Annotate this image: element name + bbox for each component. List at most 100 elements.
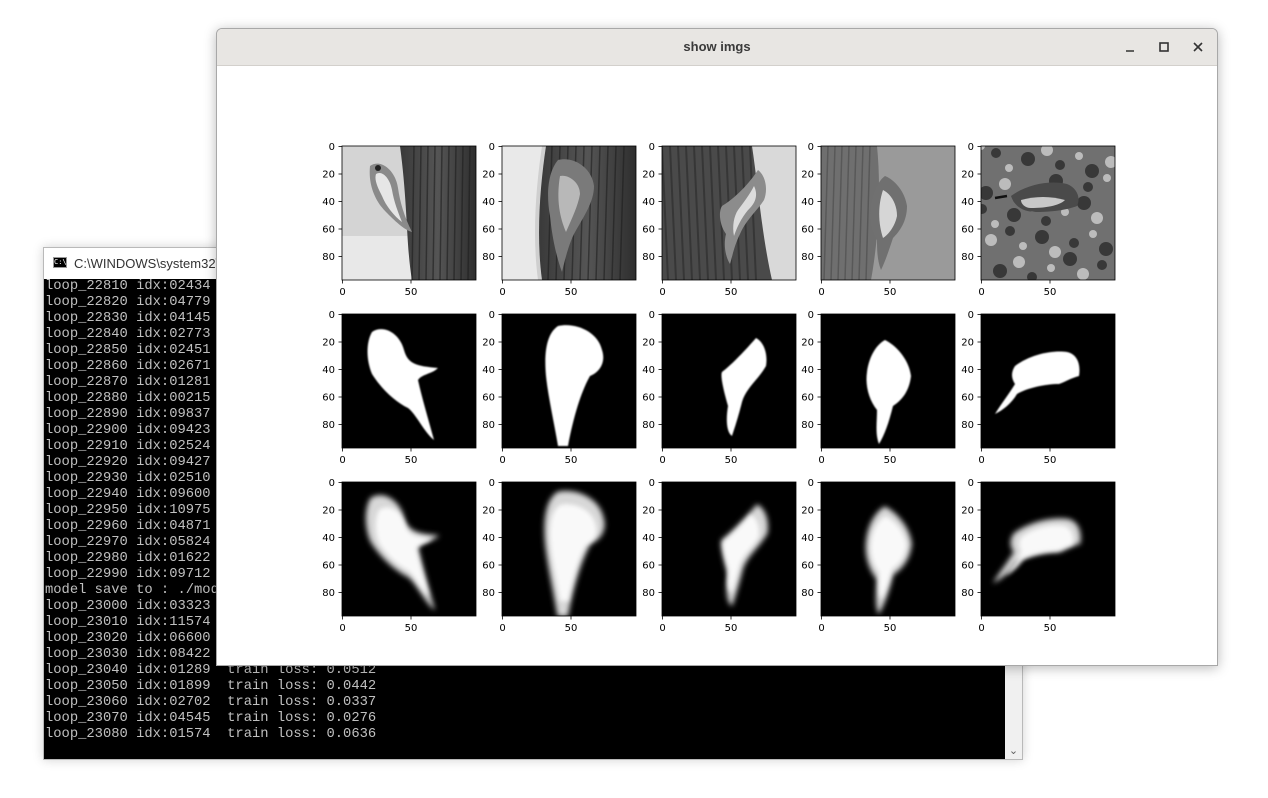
subplot-axes: 0 20 40 60 80 0 50 <box>322 310 477 466</box>
y-tick-label: 60 <box>482 561 495 572</box>
y-tick-label: 60 <box>961 225 974 236</box>
x-tick-label: 50 <box>884 287 897 298</box>
y-tick-label: 40 <box>482 365 495 376</box>
subplot-axes: 0 20 40 60 80 0 50 <box>961 310 1116 466</box>
subplot-axes: 0 20 40 60 80 0 50 <box>961 142 1116 298</box>
maximize-icon[interactable] <box>1154 37 1174 57</box>
y-tick-label: 60 <box>801 561 814 572</box>
x-tick-label: 0 <box>978 455 984 466</box>
y-tick-label: 40 <box>482 533 495 544</box>
y-tick-label: 20 <box>322 506 335 517</box>
y-tick-label: 0 <box>968 478 974 489</box>
x-tick-label: 0 <box>499 623 505 634</box>
y-tick-label: 80 <box>482 420 495 431</box>
subplot-axes: 0 20 40 60 80 0 50 <box>482 478 637 634</box>
y-tick-label: 80 <box>642 588 655 599</box>
figure-canvas: 0 20 40 60 80 0 50 0 20 40 60 80 0 50 0 20 40 60 80 0 50 0 20 4… <box>322 142 1116 634</box>
y-tick-label: 20 <box>961 338 974 349</box>
y-tick-label: 80 <box>642 252 655 263</box>
y-tick-label: 80 <box>642 420 655 431</box>
y-tick-label: 20 <box>961 506 974 517</box>
y-tick-label: 40 <box>961 533 974 544</box>
y-tick-label: 40 <box>642 365 655 376</box>
x-tick-label: 0 <box>659 455 665 466</box>
x-tick-label: 50 <box>405 455 418 466</box>
x-tick-label: 50 <box>884 623 897 634</box>
y-tick-label: 60 <box>801 225 814 236</box>
y-tick-label: 0 <box>649 310 655 321</box>
y-tick-label: 60 <box>642 393 655 404</box>
subplot-axes: 0 20 40 60 80 0 50 <box>642 142 797 298</box>
y-tick-label: 80 <box>482 252 495 263</box>
y-tick-label: 80 <box>322 420 335 431</box>
log-line: loop_23060 idx:02702 train loss: 0.0337 <box>45 695 377 710</box>
x-tick-label: 0 <box>818 287 824 298</box>
subplot-axes: 0 20 40 60 80 0 50 <box>322 478 477 634</box>
close-icon[interactable] <box>1188 37 1208 57</box>
log-line: loop_23080 idx:01574 train loss: 0.0636 <box>45 727 377 742</box>
y-tick-label: 20 <box>482 506 495 517</box>
y-tick-label: 60 <box>801 393 814 404</box>
x-tick-label: 0 <box>659 287 665 298</box>
x-tick-label: 50 <box>725 623 738 634</box>
y-tick-label: 40 <box>642 533 655 544</box>
figure-window[interactable]: show imgs 0 20 40 60 80 0 50 0 20 40 60 80 0 50 0 20 40 6… <box>216 28 1218 666</box>
subplot-axes: 0 20 40 60 80 0 50 <box>482 310 637 466</box>
x-tick-label: 0 <box>339 623 345 634</box>
y-tick-label: 20 <box>801 170 814 181</box>
y-tick-label: 0 <box>489 478 495 489</box>
y-tick-label: 40 <box>642 197 655 208</box>
y-tick-label: 0 <box>968 142 974 153</box>
x-tick-label: 50 <box>725 455 738 466</box>
figure-titlebar[interactable]: show imgs <box>217 29 1217 66</box>
log-line: loop_23050 idx:01899 train loss: 0.0442 <box>45 679 377 694</box>
y-tick-label: 60 <box>322 561 335 572</box>
subplot-axes: 0 20 40 60 80 0 50 <box>961 478 1116 634</box>
y-tick-label: 80 <box>801 588 814 599</box>
y-tick-label: 40 <box>961 197 974 208</box>
subplot-axes: 0 20 40 60 80 0 50 <box>642 310 797 466</box>
y-tick-label: 0 <box>649 142 655 153</box>
y-tick-label: 20 <box>642 506 655 517</box>
x-tick-label: 0 <box>499 455 505 466</box>
y-tick-label: 80 <box>961 588 974 599</box>
y-tick-label: 60 <box>322 393 335 404</box>
y-tick-label: 20 <box>801 338 814 349</box>
y-tick-label: 40 <box>322 197 335 208</box>
y-tick-label: 60 <box>482 393 495 404</box>
y-tick-label: 80 <box>961 252 974 263</box>
x-tick-label: 0 <box>818 623 824 634</box>
y-tick-label: 80 <box>482 588 495 599</box>
minimize-icon[interactable] <box>1120 37 1140 57</box>
y-tick-label: 20 <box>801 506 814 517</box>
y-tick-label: 80 <box>801 420 814 431</box>
y-tick-label: 20 <box>642 170 655 181</box>
y-tick-label: 80 <box>801 252 814 263</box>
y-tick-label: 0 <box>489 142 495 153</box>
y-tick-label: 40 <box>961 365 974 376</box>
y-tick-label: 0 <box>808 142 814 153</box>
y-tick-label: 40 <box>801 365 814 376</box>
y-tick-label: 20 <box>322 170 335 181</box>
x-tick-label: 50 <box>405 287 418 298</box>
y-tick-label: 60 <box>642 225 655 236</box>
y-tick-label: 60 <box>961 561 974 572</box>
y-tick-label: 40 <box>322 533 335 544</box>
y-tick-label: 60 <box>961 393 974 404</box>
y-tick-label: 0 <box>649 478 655 489</box>
y-tick-label: 0 <box>329 310 335 321</box>
x-tick-label: 0 <box>339 455 345 466</box>
chevron-down-icon[interactable]: ⌄ <box>1005 744 1022 757</box>
subplot-axes: 0 20 40 60 80 0 50 <box>642 478 797 634</box>
subplot-axes: 0 20 40 60 80 0 50 <box>801 478 956 634</box>
x-tick-label: 0 <box>339 287 345 298</box>
subplot-axes: 0 20 40 60 80 0 50 <box>801 142 956 298</box>
y-tick-label: 20 <box>482 338 495 349</box>
x-tick-label: 50 <box>565 455 578 466</box>
x-tick-label: 0 <box>659 623 665 634</box>
subplot-axes: 0 20 40 60 80 0 50 <box>801 310 956 466</box>
subplot-axes: 0 20 40 60 80 0 50 <box>322 142 477 298</box>
y-tick-label: 80 <box>961 420 974 431</box>
y-tick-label: 40 <box>322 365 335 376</box>
x-tick-label: 50 <box>1044 455 1057 466</box>
